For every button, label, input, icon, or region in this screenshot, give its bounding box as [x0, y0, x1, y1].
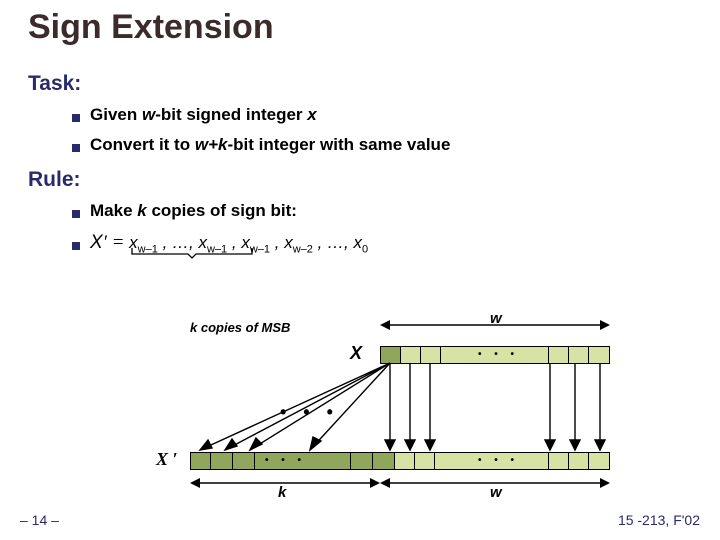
bullet-icon [72, 210, 80, 218]
task-bullet-2: Convert it to w+k-bit integer with same … [72, 132, 450, 158]
section-rule-heading: Rule: [28, 168, 81, 192]
rule-bullet-1-text: Make k copies of sign bit: [90, 198, 297, 224]
dots-icon: • • • [265, 455, 306, 466]
task-bullets: Given w-bit signed integer x Convert it … [72, 102, 450, 163]
rule-bullet-1: Make k copies of sign bit: [72, 198, 368, 224]
bullet-icon [72, 242, 80, 250]
dimension-k-label: k [278, 484, 286, 501]
footer-course-id: 15 -213, F'02 [618, 512, 700, 528]
slide: Sign Extension Task: Given w-bit signed … [0, 0, 720, 540]
label-xprime: X ′ [156, 449, 178, 470]
bullet-icon [72, 114, 80, 122]
dots-icon: • • • [478, 455, 519, 466]
dimension-w-bottom-label: w [490, 484, 502, 501]
page-title: Sign Extension [28, 8, 274, 47]
dots-icon: • • • [280, 402, 339, 423]
task-bullet-2-text: Convert it to w+k-bit integer with same … [90, 132, 450, 158]
section-task-heading: Task: [28, 72, 81, 96]
underbrace-icon [132, 246, 252, 260]
task-bullet-1-text: Given w-bit signed integer x [90, 102, 317, 128]
sign-bit-cell [191, 453, 211, 469]
word-xprime [190, 452, 610, 470]
footer-page-number: – 14 – [20, 512, 59, 528]
task-bullet-1: Given w-bit signed integer x [72, 102, 450, 128]
sign-extension-diagram: k copies of MSB w X • • • [150, 310, 620, 500]
bullet-icon [72, 144, 80, 152]
